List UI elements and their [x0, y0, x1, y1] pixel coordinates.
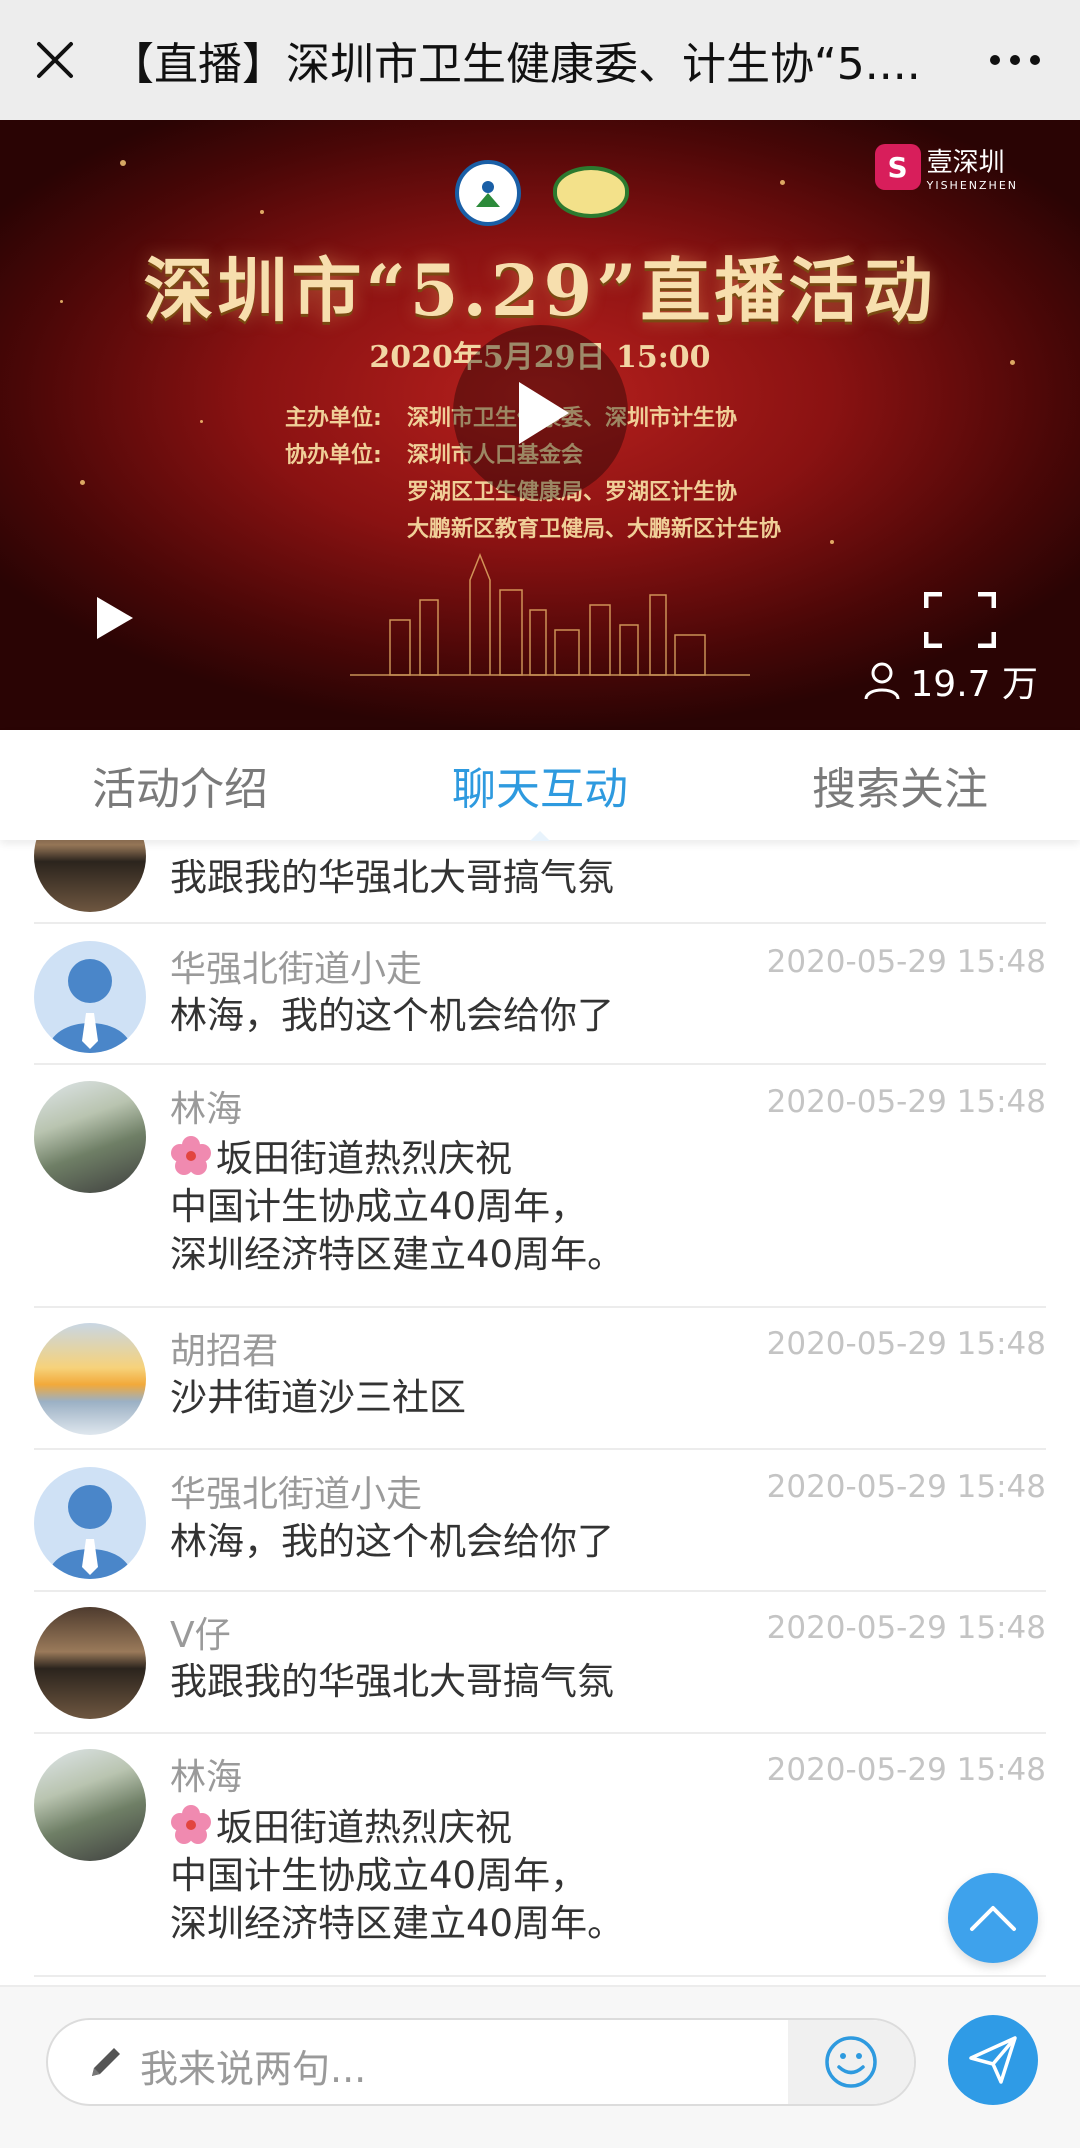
chevron-up-icon	[970, 1906, 1016, 1931]
message-text: 林海，我的这个机会给你了	[170, 994, 614, 1037]
comment-bar: 我来说两句...	[0, 1985, 1080, 2148]
poster-title: 深圳市“5.29”直播活动	[143, 249, 937, 332]
video-player[interactable]: S 壹深圳 YISHENZHEN 深圳市“5.29”直播活动 2020年5月29…	[0, 120, 1080, 730]
chat-list[interactable]: 我跟我的华强北大哥搞气氛 华强北街道小走 2020-05-29 15:48 林海…	[0, 840, 1080, 1985]
message-line: 坂田街道热烈庆祝	[216, 1137, 512, 1180]
chat-message: 林海 2020-05-29 15:48 坂田街道热烈庆祝 中国计生协成立40周年…	[34, 1063, 1046, 1308]
city-skyline	[350, 552, 750, 676]
message-line: 坂田街道热烈庆祝	[216, 1806, 512, 1849]
chat-message: 胡招君 2020-05-29 15:48 沙井街道沙三社区	[34, 1306, 1046, 1450]
play-button[interactable]	[95, 595, 135, 645]
sender-name: 林海	[170, 1089, 243, 1130]
message-text: 我跟我的华强北大哥搞气氛	[170, 856, 614, 899]
default-avatar-icon	[48, 1485, 132, 1579]
message-line: 中国计生协成立40周年，	[170, 1185, 588, 1228]
sender-name: 林海	[170, 1757, 243, 1798]
message-time: 2020-05-29 15:48	[766, 944, 1046, 980]
fullscreen-icon[interactable]	[924, 592, 996, 648]
message-text: 我跟我的华强北大哥搞气氛	[170, 1660, 614, 1703]
message-time: 2020-05-29 15:48	[766, 1326, 1046, 1362]
family-planning-logo	[553, 166, 629, 218]
tab-bar: 活动介绍 聊天互动 搜索关注	[0, 730, 1080, 841]
organizer-label	[285, 474, 407, 511]
avatar[interactable]	[34, 1749, 146, 1861]
avatar[interactable]	[34, 1081, 146, 1193]
comment-input[interactable]: 我来说两句...	[46, 2018, 916, 2106]
smiley-icon	[825, 2036, 877, 2088]
viewer-count-value: 19.7 万	[910, 664, 1038, 705]
sender-name: V仔	[170, 1615, 231, 1656]
tab-search-follow[interactable]: 搜索关注	[720, 730, 1080, 840]
tab-activity-intro[interactable]: 活动介绍	[0, 730, 360, 840]
organizer-label	[285, 511, 407, 548]
more-icon	[990, 55, 1040, 65]
chat-message: 我跟我的华强北大哥搞气氛	[34, 840, 1046, 924]
organizer-label: 协办单位:	[285, 443, 382, 468]
avatar[interactable]	[34, 941, 146, 1053]
chat-message: 林海 2020-05-29 15:48 坂田街道热烈庆祝 中国计生协成立40周年…	[34, 1732, 1046, 1977]
message-text: 沙井街道沙三社区	[170, 1376, 466, 1419]
close-button[interactable]	[0, 0, 110, 120]
szhc-logo	[455, 160, 521, 226]
chat-message: 华强北街道小走 2020-05-29 15:48 林海，我的这个机会给你了	[34, 922, 1046, 1065]
organizer-label: 主办单位:	[285, 406, 382, 431]
sender-name: 华强北街道小走	[170, 1474, 423, 1515]
brand-name: 壹深圳	[926, 148, 1005, 178]
message-time: 2020-05-29 15:48	[766, 1469, 1046, 1505]
message-text: 林海，我的这个机会给你了	[170, 1520, 614, 1563]
message-text: 坂田街道热烈庆祝 中国计生协成立40周年， 深圳经济特区建立40周年。	[170, 1135, 624, 1279]
message-time: 2020-05-29 15:48	[766, 1752, 1046, 1788]
comment-placeholder: 我来说两句...	[140, 2047, 367, 2091]
send-button[interactable]	[948, 2015, 1038, 2105]
chat-message: 华强北街道小走 2020-05-29 15:48 林海，我的这个机会给你了	[34, 1448, 1046, 1592]
close-icon	[37, 42, 73, 78]
chat-message: V仔 2020-05-29 15:48 我跟我的华强北大哥搞气氛	[34, 1590, 1046, 1734]
avatar[interactable]	[34, 1607, 146, 1719]
viewer-count: 19.7 万	[864, 655, 1038, 707]
message-line: 深圳经济特区建立40周年。	[170, 1233, 625, 1276]
message-line: 深圳经济特区建立40周年。	[170, 1902, 625, 1945]
top-bar: 【直播】深圳市卫生健康委、计生协“5....	[0, 0, 1080, 120]
message-text: 坂田街道热烈庆祝 中国计生协成立40周年， 深圳经济特区建立40周年。	[170, 1804, 624, 1948]
center-play-button[interactable]	[453, 325, 628, 500]
page-title: 【直播】深圳市卫生健康委、计生协“5....	[110, 39, 921, 90]
organizer-value: 大鹏新区教育卫健局、大鹏新区计生协	[407, 517, 782, 542]
message-time: 2020-05-29 15:48	[766, 1610, 1046, 1646]
brand-logo: S 壹深圳 YISHENZHEN	[874, 142, 1018, 192]
send-icon	[969, 2036, 1017, 2084]
avatar[interactable]	[34, 1323, 146, 1435]
pencil-icon	[92, 2048, 120, 2076]
more-button[interactable]	[950, 0, 1080, 120]
sender-name: 华强北街道小走	[170, 949, 423, 990]
scroll-to-top-button[interactable]	[948, 1873, 1038, 1963]
message-line: 中国计生协成立40周年，	[170, 1854, 588, 1897]
user-icon	[864, 662, 900, 700]
avatar[interactable]	[34, 1467, 146, 1579]
sender-name: 胡招君	[170, 1331, 279, 1372]
emoji-button[interactable]	[788, 2020, 914, 2104]
message-time: 2020-05-29 15:48	[766, 1084, 1046, 1120]
flower-emoji-icon	[171, 1805, 211, 1844]
play-icon	[97, 597, 133, 639]
play-icon	[518, 381, 569, 444]
flower-emoji-icon	[171, 1136, 211, 1175]
avatar[interactable]	[34, 840, 146, 912]
brand-sub: YISHENZHEN	[926, 179, 1018, 192]
brand-mark-icon: S	[874, 144, 921, 190]
tab-chat[interactable]: 聊天互动	[360, 730, 720, 841]
default-avatar-icon	[48, 959, 132, 1053]
